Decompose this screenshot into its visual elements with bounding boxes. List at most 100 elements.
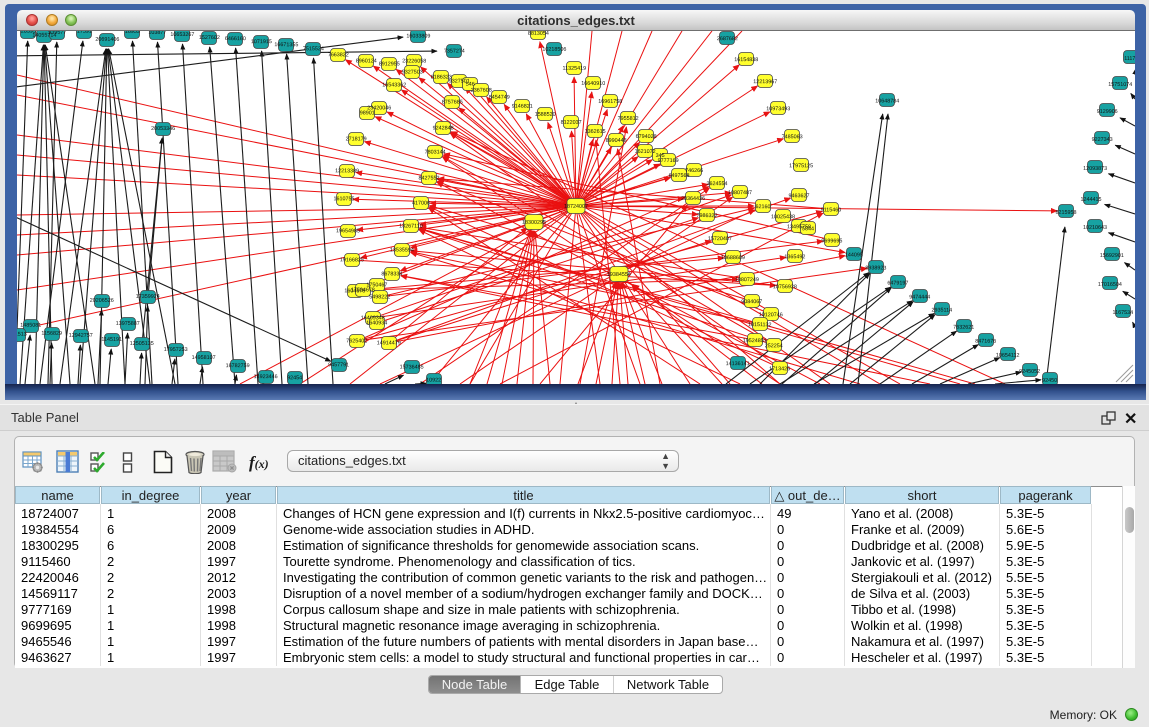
svg-text:417006: 417006 (412, 200, 430, 206)
svg-text:1621072: 1621072 (635, 149, 656, 155)
svg-text:7663822: 7663822 (328, 52, 349, 58)
svg-text:19654985: 19654985 (336, 228, 360, 234)
svg-text:15720407: 15720407 (708, 236, 732, 242)
svg-text:10648784: 10648784 (875, 98, 899, 104)
svg-text:14136141: 14136141 (726, 361, 750, 367)
svg-text:6466160: 6466160 (225, 36, 246, 42)
svg-text:9227343: 9227343 (1092, 137, 1113, 143)
svg-text:14914479: 14914479 (377, 340, 401, 346)
svg-text:16961758: 16961758 (598, 99, 622, 105)
svg-text:9146821: 9146821 (512, 104, 533, 110)
svg-text:103877: 103877 (148, 31, 166, 36)
svg-text:19524851: 19524851 (743, 338, 767, 344)
svg-text:1244415: 1244415 (1081, 197, 1102, 203)
svg-text:7632621: 7632621 (953, 325, 974, 331)
svg-text:2367608: 2367608 (471, 88, 492, 94)
svg-text:14923446: 14923446 (254, 374, 278, 380)
svg-text:16671355: 16671355 (274, 42, 298, 48)
svg-text:17359924: 17359924 (136, 294, 160, 300)
svg-text:1485081: 1485081 (20, 323, 41, 329)
svg-text:7803144: 7803144 (425, 149, 446, 155)
svg-text:10218506: 10218506 (542, 47, 566, 53)
svg-text:13535594: 13535594 (390, 247, 414, 253)
svg-text:1365492: 1365492 (784, 254, 805, 260)
svg-text:9115460: 9115460 (821, 207, 842, 213)
svg-text:18807249: 18807249 (735, 277, 759, 283)
svg-text:12093873: 12093873 (1083, 166, 1107, 172)
svg-text:7515524: 7515524 (303, 46, 324, 52)
svg-text:252254: 252254 (765, 343, 783, 349)
svg-text:14958107: 14958107 (192, 355, 216, 361)
svg-text:10151132: 10151132 (748, 322, 772, 328)
svg-text:1610755: 1610755 (334, 196, 355, 202)
svg-text:7955812: 7955812 (618, 116, 639, 122)
svg-text:15751074: 15751074 (1108, 82, 1132, 88)
svg-text:16033809: 16033809 (406, 33, 430, 39)
svg-text:6794028: 6794028 (636, 134, 657, 140)
svg-text:10756928: 10756928 (773, 284, 797, 290)
svg-text:1713426: 1713426 (769, 366, 790, 372)
svg-text:16953: 16953 (125, 31, 140, 35)
svg-text:6479197: 6479197 (887, 280, 908, 286)
svg-text:9457791: 9457791 (328, 362, 349, 368)
svg-text:17591: 17591 (77, 31, 92, 35)
svg-text:1071915: 1071915 (251, 39, 272, 45)
svg-text:939577: 939577 (48, 31, 66, 36)
svg-text:8215958: 8215958 (1055, 210, 1076, 216)
svg-text:9463627: 9463627 (789, 193, 810, 199)
svg-text:17957253: 17957253 (164, 347, 188, 353)
svg-text:9699695: 9699695 (821, 238, 842, 244)
svg-text:8912955: 8912955 (379, 61, 400, 67)
svg-text:12213389: 12213389 (335, 168, 359, 174)
svg-text:10922: 10922 (426, 377, 441, 383)
svg-text:10025438: 10025438 (771, 214, 795, 220)
svg-text:18724007: 18724007 (564, 204, 588, 210)
svg-text:1588520: 1588520 (535, 112, 556, 118)
svg-text:19384554: 19384554 (607, 272, 631, 278)
svg-text:5844: 5844 (802, 226, 814, 232)
svg-text:20206526: 20206526 (90, 298, 114, 304)
svg-text:9245052: 9245052 (1019, 369, 1040, 375)
svg-text:19166825: 19166825 (340, 257, 364, 263)
svg-text:20364436: 20364436 (681, 196, 705, 202)
svg-text:8757685: 8757685 (442, 100, 463, 106)
svg-text:17016504: 17016504 (1098, 282, 1122, 288)
svg-text:1145191: 1145191 (101, 337, 122, 343)
svg-text:92450: 92450 (1042, 378, 1057, 384)
svg-text:10120746: 10120746 (759, 312, 783, 318)
svg-text:7625402: 7625402 (346, 338, 367, 344)
svg-text:10654112: 10654112 (996, 353, 1020, 359)
svg-text:18300295: 18300295 (522, 220, 546, 226)
svg-text:391513: 391513 (17, 332, 27, 338)
svg-text:6497568: 6497568 (669, 173, 690, 179)
svg-text:1362615: 1362615 (585, 129, 606, 135)
svg-text:17975125: 17975125 (789, 163, 813, 169)
svg-text:1167534: 1167534 (1112, 310, 1133, 316)
svg-text:1750467: 1750467 (366, 282, 387, 288)
svg-text:8960124: 8960124 (356, 58, 377, 64)
svg-text:12505135: 12505135 (130, 341, 154, 347)
svg-text:2718179: 2718179 (346, 136, 367, 142)
svg-text:8122037: 8122037 (561, 120, 582, 126)
svg-text:92454: 92454 (287, 375, 302, 381)
svg-text:10653267: 10653267 (170, 32, 194, 38)
svg-text:1640934: 1640934 (366, 320, 387, 326)
svg-text:8678334: 8678334 (381, 271, 402, 277)
svg-text:144095: 144095 (845, 252, 863, 258)
svg-text:16154838: 16154838 (734, 57, 758, 63)
svg-text:9777169: 9777169 (658, 158, 679, 164)
svg-text:8990448: 8990448 (606, 138, 627, 144)
svg-text:8938923: 8938923 (865, 265, 886, 271)
svg-text:20053346: 20053346 (151, 126, 175, 132)
svg-text:20691406: 20691406 (95, 37, 119, 43)
svg-text:12942757: 12942757 (69, 333, 93, 339)
svg-text:15736485: 15736485 (400, 364, 424, 370)
svg-text:15692901: 15692901 (1100, 253, 1124, 259)
svg-text:13975887: 13975887 (116, 321, 140, 327)
svg-text:10688609: 10688609 (721, 255, 745, 261)
svg-text:7485063: 7485063 (782, 134, 803, 140)
svg-text:10807487: 10807487 (728, 190, 752, 196)
svg-text:9084067: 9084067 (741, 299, 762, 305)
svg-text:8471676: 8471676 (975, 339, 996, 345)
svg-text:1527602: 1527602 (199, 35, 220, 41)
